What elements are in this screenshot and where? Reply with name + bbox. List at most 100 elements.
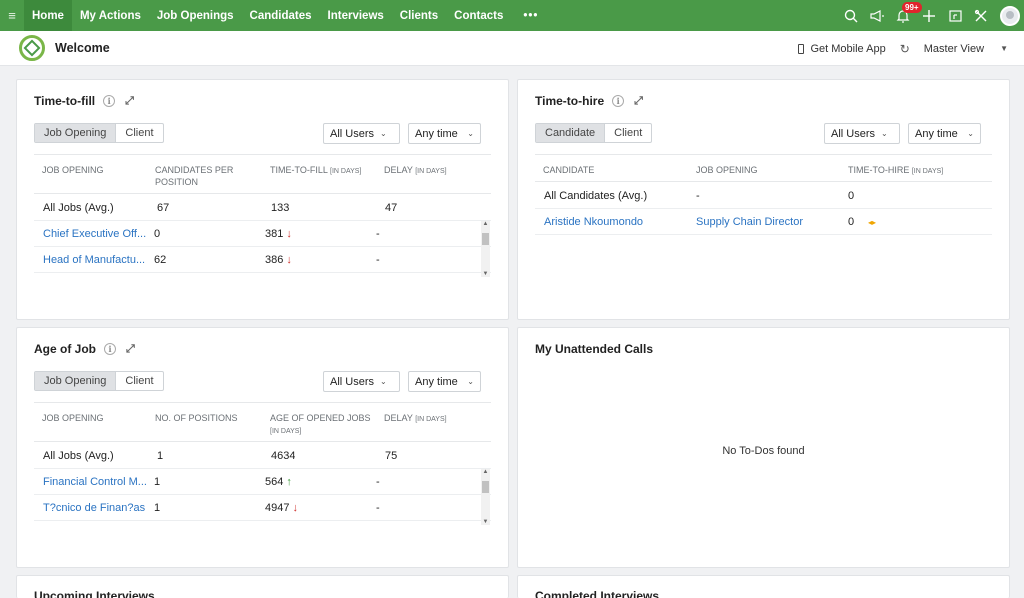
nav-interviews[interactable]: Interviews <box>320 0 392 31</box>
view-selector[interactable]: Master View ▼ <box>924 43 1008 55</box>
delay-cell: - <box>376 228 380 240</box>
table-header: JOB OPENING CANDIDATES PER POSITION TIME… <box>34 154 491 194</box>
expand-icon[interactable]: ⤢ <box>126 343 135 356</box>
scrollbar[interactable]: ▲ ▼ <box>481 221 490 277</box>
tab-candidate[interactable]: Candidate <box>536 124 606 142</box>
time-dropdown[interactable]: Any time ⌄ <box>408 123 481 144</box>
scroll-thumb[interactable] <box>482 233 489 245</box>
value: 4947 <box>265 502 290 514</box>
col-label: TIME-TO-HIRE <box>848 165 910 175</box>
view-toggle: Job Opening Client <box>34 371 164 391</box>
job-link[interactable]: Chief Executive Off... <box>43 228 149 240</box>
delay-cell: 47 <box>385 202 398 214</box>
plus-icon[interactable] <box>916 0 942 31</box>
card-title: Time-to-fill i ⤢ <box>34 94 134 108</box>
expand-icon[interactable]: ⤢ <box>125 95 134 108</box>
expand-icon[interactable]: ⤢ <box>634 95 643 108</box>
completed-interviews-title: Completed Interviews <box>535 589 660 598</box>
menu-icon[interactable]: ≡ <box>0 0 24 31</box>
empty-state-message: No To-Dos found <box>722 445 805 457</box>
table-row: Financial Control M... 1 564 ↑ - <box>34 469 491 495</box>
megaphone-icon[interactable] <box>864 0 890 31</box>
age-cell: 4634 <box>271 450 296 462</box>
col-unit: [IN DAYS] <box>270 428 302 435</box>
nav-my-actions[interactable]: My Actions <box>72 0 149 31</box>
time-to-hire-title: Time-to-hire <box>535 94 605 108</box>
get-mobile-app-label: Get Mobile App <box>810 42 886 55</box>
upcoming-interviews-card: Upcoming Interviews <box>16 575 509 598</box>
status-indicator-icon: ◂▸ <box>868 218 877 227</box>
bell-icon[interactable]: 99+ <box>890 0 922 31</box>
candidate-link[interactable]: Aristide Nkoumondo <box>544 216 643 228</box>
nav-more-button[interactable]: ••• <box>511 0 550 31</box>
tools-icon[interactable] <box>968 0 994 31</box>
job-link[interactable]: Supply Chain Director <box>696 216 803 228</box>
time-dropdown[interactable]: Any time ⌄ <box>908 123 981 144</box>
nav-contacts[interactable]: Contacts <box>446 0 511 31</box>
tab-client[interactable]: Client <box>116 124 162 142</box>
col-label: DELAY <box>384 413 413 423</box>
view-selector-label: Master View <box>923 42 985 55</box>
time-to-hire-card: Time-to-hire i ⤢ Candidate Client All Us… <box>517 79 1010 320</box>
upcoming-interviews-title: Upcoming Interviews <box>34 589 155 598</box>
card-title: My Unattended Calls <box>535 342 653 356</box>
avatar[interactable] <box>1000 5 1020 26</box>
scrollbar[interactable]: ▲ ▼ <box>481 469 490 525</box>
tab-job-opening[interactable]: Job Opening <box>35 372 117 390</box>
arrow-down-icon: ↓ <box>286 228 292 240</box>
search-icon[interactable] <box>838 0 864 31</box>
job-link[interactable]: T?cnico de Finan?as <box>43 502 149 514</box>
card-title: Time-to-hire i ⤢ <box>535 94 643 108</box>
col-label-line1: CANDIDATES PER <box>155 165 234 175</box>
users-dropdown[interactable]: All Users ⌄ <box>824 123 900 144</box>
nav-job-openings[interactable]: Job Openings <box>149 0 242 31</box>
sub-header: Welcome Get Mobile App ↻ Master View ▼ <box>0 31 1024 66</box>
nav-home[interactable]: Home <box>24 0 72 31</box>
time-to-fill-cell: 133 <box>271 202 290 214</box>
time-dropdown[interactable]: Any time ⌄ <box>408 371 481 392</box>
info-icon[interactable]: i <box>104 343 116 355</box>
chevron-down-icon: ⌄ <box>881 129 888 138</box>
scroll-up-icon[interactable]: ▲ <box>481 221 490 227</box>
nav-candidates[interactable]: Candidates <box>242 0 320 31</box>
info-icon[interactable]: i <box>612 95 625 107</box>
users-dropdown[interactable]: All Users ⌄ <box>323 123 400 144</box>
col-unit: [IN DAYS] <box>415 416 447 423</box>
refresh-icon[interactable]: ↻ <box>900 42 910 56</box>
users-dropdown-label: All Users <box>831 127 876 140</box>
col-delay: DELAY [IN DAYS] <box>384 412 447 426</box>
col-unit: [IN DAYS] <box>415 168 447 175</box>
col-candidate: CANDIDATE <box>543 165 595 175</box>
calendar-icon[interactable] <box>942 0 968 31</box>
job-cell: - <box>696 190 700 202</box>
col-candidates-per-position: CANDIDATES PER POSITION <box>155 164 233 188</box>
delay-cell: - <box>376 254 380 266</box>
unattended-calls-title: My Unattended Calls <box>535 342 654 356</box>
delay-cell: - <box>376 502 380 514</box>
scroll-down-icon[interactable]: ▼ <box>481 271 490 277</box>
time-dropdown-label: Any time <box>415 375 458 388</box>
phone-icon <box>798 43 805 54</box>
time-to-fill-cell: 381 ↓ <box>265 228 292 240</box>
scroll-down-icon[interactable]: ▼ <box>481 519 490 525</box>
job-link[interactable]: Financial Control M... <box>43 476 149 488</box>
tab-client[interactable]: Client <box>116 372 162 390</box>
job-link[interactable]: Head of Manufactu... <box>43 254 149 266</box>
job-cell: All Jobs (Avg.) <box>43 202 114 214</box>
chevron-down-icon: ⌄ <box>380 377 387 386</box>
tab-client[interactable]: Client <box>605 124 651 142</box>
scroll-thumb[interactable] <box>482 481 489 493</box>
chevron-down-icon: ⌄ <box>467 129 474 138</box>
info-icon[interactable]: i <box>103 95 116 107</box>
tab-job-opening[interactable]: Job Opening <box>35 124 117 142</box>
time-dropdown-label: Any time <box>915 127 958 140</box>
users-dropdown[interactable]: All Users ⌄ <box>323 371 400 392</box>
chevron-down-icon: ⌄ <box>467 377 474 386</box>
chevron-down-icon: ▼ <box>1000 44 1008 53</box>
get-mobile-app-link[interactable]: Get Mobile App <box>798 42 886 55</box>
table-header: JOB OPENING NO. OF POSITIONS AGE OF OPEN… <box>34 402 491 442</box>
delay-cell: - <box>376 476 380 488</box>
nav-clients[interactable]: Clients <box>392 0 446 31</box>
chevron-down-icon: ⌄ <box>967 129 974 138</box>
scroll-up-icon[interactable]: ▲ <box>481 469 490 475</box>
